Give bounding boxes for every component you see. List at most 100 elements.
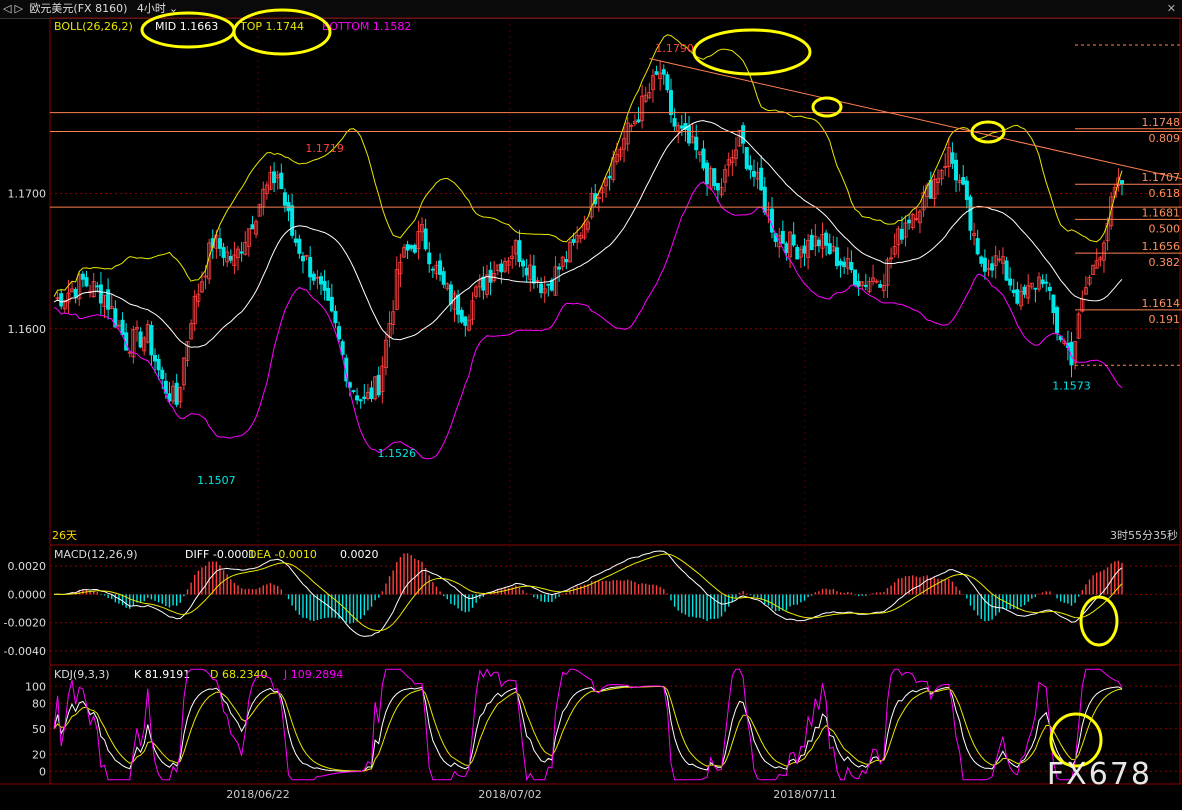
candle-down [665,74,670,91]
candle-down [308,256,313,278]
candle-down [672,118,677,127]
candle-down [791,234,796,246]
candle-down [463,316,468,326]
candle-down [975,238,980,255]
kdj-label: KDJ(9,3,3) [54,668,110,681]
candle-down [441,271,446,285]
candle-down [964,180,969,201]
time-axis-label: 2018/06/22 [226,788,289,801]
candle-down [369,387,374,400]
candle-down [1051,294,1056,314]
candle-down [1044,281,1049,284]
candle-down [1008,278,1013,286]
candle-down [59,293,64,307]
candle-down [405,244,410,251]
candle-down [636,119,641,123]
candle-down [430,268,435,271]
watermark-logo: FX678 [1046,757,1152,792]
candle-down [286,202,291,212]
candle-down [899,228,904,240]
candle-down [1055,307,1060,334]
candle-down [1004,260,1009,281]
candle-down [329,296,334,312]
candle-down [217,238,222,249]
macd-tick-label: 0.0020 [8,560,47,573]
candle-down [759,167,764,191]
candle-down [564,258,569,263]
candle-down [250,224,255,230]
highlight-ellipse [811,96,843,118]
candle-down [174,382,179,405]
candle-down [448,284,453,305]
candle-down [456,294,461,315]
candle-down [524,267,529,276]
candle-down [780,230,785,244]
candle-down [748,165,753,171]
candle-down [293,238,298,243]
candle-down [979,256,984,264]
candle-down [84,277,89,287]
highlight-ellipse [692,28,812,76]
candle-down [950,152,955,164]
candle-down [827,243,832,255]
highlight-ellipse [1079,595,1119,647]
candle-down [849,261,854,271]
macd-tick-label: 0.0000 [8,588,47,601]
macd-value: 0.0020 [340,548,379,561]
candle-down [297,238,302,254]
candle-down [715,183,720,191]
kdj-j-value: J 109.2894 [283,668,343,681]
candle-down [795,246,800,260]
candle-down [741,125,746,144]
macd-dea-value: DEA -0.0010 [248,548,317,561]
candle-down [990,263,995,271]
candle-down [333,310,338,324]
candle-down [607,175,612,179]
time-axis-label: 2018/07/02 [478,788,541,801]
kdj-tick-label: 0 [39,765,46,778]
kdj-tick-label: 80 [32,697,46,710]
candle-down [982,257,987,272]
candle-down [571,239,576,243]
candle-down [160,369,165,380]
candle-down [300,255,305,262]
candle-down [376,374,381,396]
forex-chart[interactable]: 1.1700 1.1600 0.0020 0.0000 -0.0020 -0.0040 10… [0,0,1182,810]
time-axis-label: 2018/07/11 [773,788,836,801]
candle-down [337,326,342,340]
candle-down [279,172,284,190]
candle-down [838,260,843,266]
candle-down [239,251,244,254]
candle-down [687,125,692,144]
fib-price-label: 1.1748 [1142,116,1181,129]
candle-down [156,358,161,371]
candle-down [549,279,554,291]
candle-down [968,196,973,231]
candle-down [546,283,551,286]
kdj-tick-label: 50 [32,723,46,736]
price-tick-label: 1.1600 [8,323,47,336]
candle-down [423,228,428,250]
boll-top-value: TOP 1.1744 [239,20,304,33]
candle-down [802,245,807,254]
candle-down [961,177,966,185]
trendline [649,58,1182,180]
candle-down [311,273,316,281]
candle-down [521,260,526,267]
price-annotation: 1.1719 [305,142,344,155]
candle-down [322,280,327,291]
candle-down [153,354,158,362]
candle-down [1120,180,1125,185]
macd-label: MACD(12,26,9) [54,548,138,561]
boll-top-line [53,34,1123,297]
panel-border [49,664,1181,785]
candle-down [701,148,706,169]
candle-down [1011,289,1016,294]
candle-down [762,186,767,213]
price-annotation: 1.1573 [1052,380,1091,393]
candle-down [878,284,883,288]
candle-down [679,125,684,129]
fib-ratio-label: 0.618 [1149,187,1181,200]
candle-down [809,234,814,251]
candle-down [531,265,536,284]
